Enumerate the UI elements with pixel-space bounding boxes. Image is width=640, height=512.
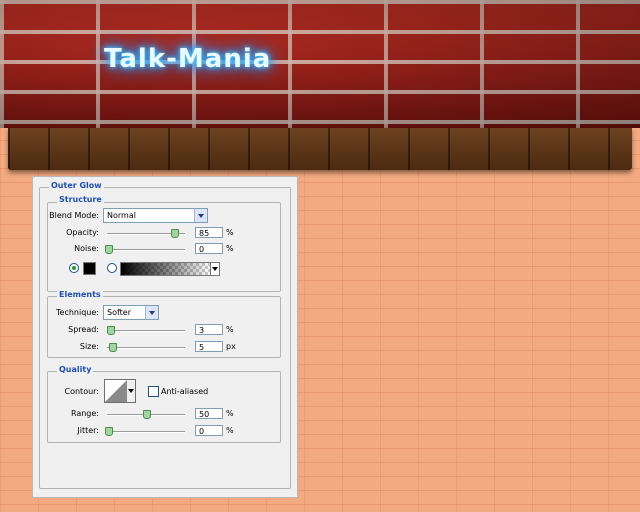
spread-input[interactable]: 3 xyxy=(195,324,223,335)
chevron-down-icon xyxy=(194,209,207,222)
noise-slider-thumb[interactable] xyxy=(105,245,113,254)
panel-title: Outer Glow xyxy=(49,181,104,190)
spread-slider-track[interactable] xyxy=(107,330,185,332)
jitter-unit: % xyxy=(226,426,234,435)
quality-title: Quality xyxy=(57,365,94,374)
technique-label: Technique: xyxy=(56,308,99,317)
noise-slider-track[interactable] xyxy=(107,249,185,251)
jitter-slider-thumb[interactable] xyxy=(105,427,113,436)
size-unit: px xyxy=(226,342,236,351)
jitter-label: Jitter: xyxy=(77,426,99,435)
color-radio[interactable] xyxy=(69,263,79,273)
brick-header xyxy=(0,0,640,128)
gradient-dropdown-arrow[interactable] xyxy=(210,262,220,276)
outer-glow-panel: Outer Glow Structure Blend Mode: Normal … xyxy=(32,176,298,498)
glow-color-swatch[interactable] xyxy=(83,262,96,275)
noise-label: Noise: xyxy=(74,244,99,253)
range-unit: % xyxy=(226,409,234,418)
blend-mode-select[interactable]: Normal xyxy=(103,208,208,223)
jitter-input[interactable]: 0 xyxy=(195,425,223,436)
range-label: Range: xyxy=(70,409,99,418)
technique-value: Softer xyxy=(107,308,131,317)
anti-aliased-label: Anti-aliased xyxy=(161,387,209,396)
wood-plank-strip xyxy=(8,128,632,170)
blend-mode-value: Normal xyxy=(107,211,136,220)
blend-mode-label: Blend Mode: xyxy=(49,211,99,220)
spread-label: Spread: xyxy=(68,325,99,334)
spread-slider-thumb[interactable] xyxy=(107,326,115,335)
opacity-input[interactable]: 85 xyxy=(195,227,223,238)
site-logo: Talk-Mania xyxy=(104,44,272,74)
size-input[interactable]: 5 xyxy=(195,341,223,352)
chevron-down-icon xyxy=(145,306,158,319)
size-slider-track[interactable] xyxy=(107,347,185,349)
range-slider-thumb[interactable] xyxy=(143,410,151,419)
opacity-label: Opacity: xyxy=(66,228,99,237)
gradient-radio[interactable] xyxy=(107,263,117,273)
structure-title: Structure xyxy=(57,195,104,204)
range-input[interactable]: 50 xyxy=(195,408,223,419)
spread-unit: % xyxy=(226,325,234,334)
anti-aliased-checkbox[interactable] xyxy=(148,386,159,397)
size-slider-thumb[interactable] xyxy=(109,343,117,352)
contour-preview[interactable] xyxy=(104,379,128,403)
contour-label: Contour: xyxy=(64,387,100,396)
elements-title: Elements xyxy=(57,290,103,299)
opacity-slider-thumb[interactable] xyxy=(171,229,179,238)
opacity-unit: % xyxy=(226,228,234,237)
glow-gradient-picker[interactable] xyxy=(120,262,212,276)
noise-input[interactable]: 0 xyxy=(195,243,223,254)
technique-select[interactable]: Softer xyxy=(103,305,159,320)
noise-unit: % xyxy=(226,244,234,253)
size-label: Size: xyxy=(79,342,99,351)
contour-dropdown-arrow[interactable] xyxy=(127,379,136,403)
jitter-slider-track[interactable] xyxy=(107,431,185,433)
